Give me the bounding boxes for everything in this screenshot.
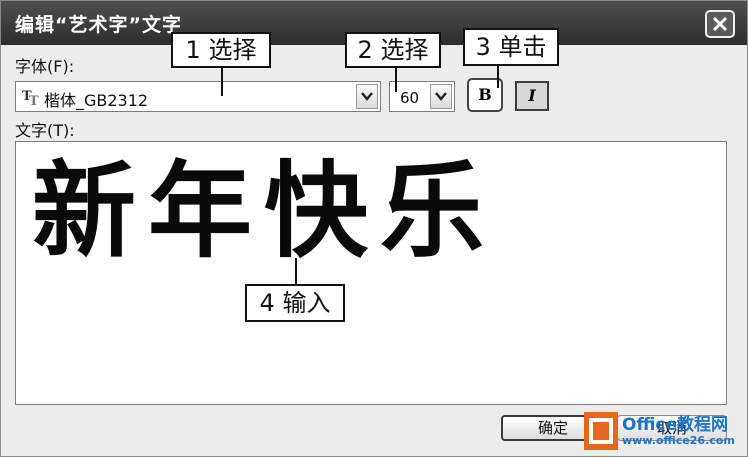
font-select-value: 楷体_GB2312 <box>44 91 149 110</box>
watermark-url: www.office26.com <box>622 434 735 447</box>
font-select[interactable]: T T 楷体_GB2312 <box>15 81 381 112</box>
watermark-name: Office教程网 <box>622 415 729 435</box>
close-icon <box>712 16 728 32</box>
font-label: 字体(F): <box>15 57 75 76</box>
watermark-logo: Office教程网 www.office26.com <box>584 408 746 456</box>
italic-button[interactable]: I <box>515 81 549 111</box>
callout-step-2: 2 选择 <box>345 32 441 68</box>
close-button[interactable] <box>705 10 735 38</box>
wordart-text: 新年快乐 <box>32 149 497 272</box>
callout-step-4: 4 输入 <box>245 284 345 322</box>
callout-leader <box>497 64 499 88</box>
svg-text:T: T <box>29 94 39 106</box>
office-logo-icon <box>584 412 618 450</box>
chevron-down-icon <box>361 92 373 101</box>
size-select-value: 60 <box>400 89 420 107</box>
wordart-dialog: 编辑“艺术字”文字 字体(F): T T 楷体_GB2312 60 B I 文字… <box>0 0 748 457</box>
chevron-down-icon <box>435 92 447 101</box>
callout-step-1: 1 选择 <box>171 32 271 68</box>
callout-step-3: 3 单击 <box>463 28 559 66</box>
truetype-font-icon: T T <box>22 89 39 106</box>
size-select[interactable]: 60 <box>389 81 455 112</box>
callout-leader <box>221 64 223 96</box>
size-dropdown-button[interactable] <box>430 84 452 109</box>
font-dropdown-button[interactable] <box>356 84 378 109</box>
dialog-title: 编辑“艺术字”文字 <box>15 14 182 36</box>
text-input-area[interactable]: 新年快乐 <box>15 141 727 405</box>
callout-leader <box>395 64 397 92</box>
